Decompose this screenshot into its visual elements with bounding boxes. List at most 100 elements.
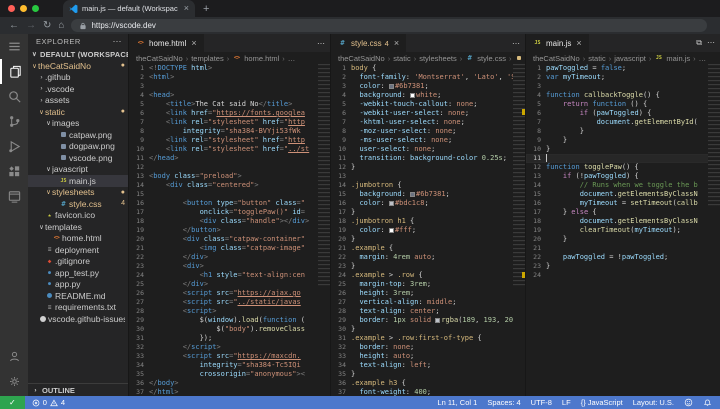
code-line[interactable]: 17} [331, 208, 525, 217]
breadcrumb-item[interactable]: static [588, 54, 606, 63]
tree-item-catpaw-png[interactable]: catpaw.png [28, 129, 128, 141]
tree-item-readme-md[interactable]: README.md [28, 290, 128, 302]
tree-item-static[interactable]: ∨static● [28, 106, 128, 118]
code-line[interactable]: 11 transition: background-color 0.25s; [331, 154, 525, 163]
code-line[interactable]: 14 <div class="centered"> [129, 181, 330, 190]
code-line[interactable]: 15 background: #6b7381; [331, 190, 525, 199]
code-line[interactable]: 6 -webkit-user-select: none; [331, 109, 525, 118]
code-line[interactable]: 15 [129, 190, 330, 199]
code-line[interactable]: 7 document.getElementById( [526, 118, 720, 127]
code-line[interactable]: 16 color: #bdc1c8; [331, 199, 525, 208]
tree-item-home-html[interactable]: <>home.html [28, 233, 128, 245]
tab-close-icon[interactable]: × [576, 38, 581, 48]
code-line[interactable]: 9 -ms-user-select: none; [331, 136, 525, 145]
address-bar[interactable]: https://vscode.dev [71, 19, 707, 32]
code-line[interactable]: 30} [331, 325, 525, 334]
split-editor-icon[interactable]: ⧉ [696, 38, 702, 48]
code-line[interactable]: 10} [526, 145, 720, 154]
home-button[interactable]: ⌂ [58, 21, 64, 31]
code-line[interactable]: 24 [526, 271, 720, 280]
code-line[interactable]: 3 [129, 82, 330, 91]
code-line[interactable]: 16 <button type="button" class=" [129, 199, 330, 208]
tree-item-github[interactable]: ›.github [28, 72, 128, 84]
tree-item-gitignore[interactable]: ◆.gitignore [28, 256, 128, 268]
code-line[interactable]: 34 text-align: left; [331, 361, 525, 370]
code-line[interactable]: 35} [331, 370, 525, 379]
reload-button[interactable]: ↻ [43, 21, 51, 31]
source-control-icon[interactable] [0, 109, 28, 134]
breadcrumb-item[interactable]: stylesheets [419, 54, 457, 63]
window-minimize-button[interactable] [20, 5, 27, 12]
code-line[interactable]: 29 $(window).load(function ( [129, 316, 330, 325]
remote-explorer-icon[interactable] [0, 184, 28, 209]
extensions-icon[interactable] [0, 159, 28, 184]
tab-style-css[interactable]: #style.css4× [331, 34, 407, 52]
code-line[interactable]: 28 <script> [129, 307, 330, 316]
code-line[interactable]: 13<body class="preload"> [129, 172, 330, 181]
problems-indicator[interactable]: 0 4 [32, 398, 65, 407]
code-line[interactable]: 25 </div> [129, 280, 330, 289]
code-line[interactable]: 24 <h1 style="text-align:cen [129, 271, 330, 280]
code-line[interactable]: 33 <script src="https://maxcdn. [129, 352, 330, 361]
breadcrumb-item[interactable]: theCatSaidNo [136, 54, 183, 63]
code-line[interactable]: 15 document.getElementsByClassN [526, 190, 720, 199]
code-line[interactable]: 30 $("body").removeClass [129, 325, 330, 334]
code-line[interactable]: 4 background: white; [331, 91, 525, 100]
code-line[interactable]: 2 font-family: 'Montserrat', 'Lato', 'S [331, 73, 525, 82]
code-line[interactable]: 5 return function () { [526, 100, 720, 109]
tree-item-main-js[interactable]: JSmain.js [28, 175, 128, 187]
code-line[interactable]: 11 [526, 154, 720, 163]
code-line[interactable]: 10 user-select: none; [331, 145, 525, 154]
explorer-icon[interactable] [0, 59, 28, 84]
code-line[interactable]: 12} [331, 163, 525, 172]
code-line[interactable]: 6 <link href="https://fonts.googlea [129, 109, 330, 118]
code-line[interactable]: 24.example > .row { [331, 271, 525, 280]
code-line[interactable]: 21 <img class="catpaw-image" [129, 244, 330, 253]
code-line[interactable]: 18.jumbotron h1 { [331, 217, 525, 226]
code-line[interactable]: 1<!DOCTYPE html> [129, 64, 330, 73]
code-line[interactable]: 20 <div class="catpaw-container" [129, 235, 330, 244]
code-line[interactable]: 21 [526, 244, 720, 253]
code-line[interactable]: 27 vertical-align: middle; [331, 298, 525, 307]
code-line[interactable]: 9 } [526, 136, 720, 145]
code-line[interactable]: 19 color: #fff; [331, 226, 525, 235]
tab-close-icon[interactable]: × [394, 38, 399, 48]
code-line[interactable]: 25 margin-top: 3rem; [331, 280, 525, 289]
tree-item-app-py[interactable]: ●app.py [28, 279, 128, 291]
feedback-smiley-icon[interactable] [684, 398, 693, 407]
code-line[interactable]: 36.example h3 { [331, 379, 525, 388]
code-line[interactable]: 34 integrity="sha384-Tc5IQi [129, 361, 330, 370]
code-line[interactable]: 4<head> [129, 91, 330, 100]
tree-item-deployment[interactable]: ≡deployment [28, 244, 128, 256]
browser-tab[interactable]: main.js — default (Workspac × [63, 0, 195, 17]
code-line[interactable]: 3 [526, 82, 720, 91]
status-eol[interactable]: LF [562, 398, 571, 407]
tree-item-vscode-github-issues[interactable]: vscode.github-issues [28, 313, 128, 325]
code-line[interactable]: 5 -webkit-touch-callout: none; [331, 100, 525, 109]
code-line[interactable]: 20 } [526, 235, 720, 244]
more-actions-icon[interactable]: ⋯ [317, 39, 325, 48]
code-line[interactable]: 31 }); [129, 334, 330, 343]
back-button[interactable]: ← [9, 21, 19, 31]
new-tab-button[interactable]: + [203, 3, 209, 15]
code-line[interactable]: 2var myTimeout; [526, 73, 720, 82]
code-line[interactable]: 13 if (!pawToggled) { [526, 172, 720, 181]
breadcrumb-item[interactable]: #style.css [465, 54, 506, 63]
code-line[interactable]: 3 color: #6b7381; [331, 82, 525, 91]
code-line[interactable]: 17 onclick="togglePaw()" id= [129, 208, 330, 217]
code-line[interactable]: 18 document.getElementsByClassN [526, 217, 720, 226]
tree-item-stylesheets[interactable]: ∨stylesheets● [28, 187, 128, 199]
code-line[interactable]: 12 [129, 163, 330, 172]
code-line[interactable]: 12function togglePaw() { [526, 163, 720, 172]
code-line[interactable]: 8 integrity="sha384-BVYji53fWk [129, 127, 330, 136]
code-line[interactable]: 29 border: 1px solid rgba(189, 193, 20 [331, 316, 525, 325]
code-line[interactable]: 4function callbackToggle() { [526, 91, 720, 100]
code-line[interactable]: 22 </div> [129, 253, 330, 262]
outline-section[interactable]: › OUTLINE [28, 383, 128, 396]
more-actions-icon[interactable]: ⋯ [512, 39, 520, 48]
code-line[interactable]: 7 -khtml-user-select: none; [331, 118, 525, 127]
code-line[interactable]: 22 pawToggled = !pawToggled; [526, 253, 720, 262]
code-line[interactable]: 16 myTimeout = setTimeout(callb [526, 199, 720, 208]
breadcrumb-item[interactable]: theCatSaidNo [338, 54, 385, 63]
menu-icon[interactable] [0, 34, 28, 59]
